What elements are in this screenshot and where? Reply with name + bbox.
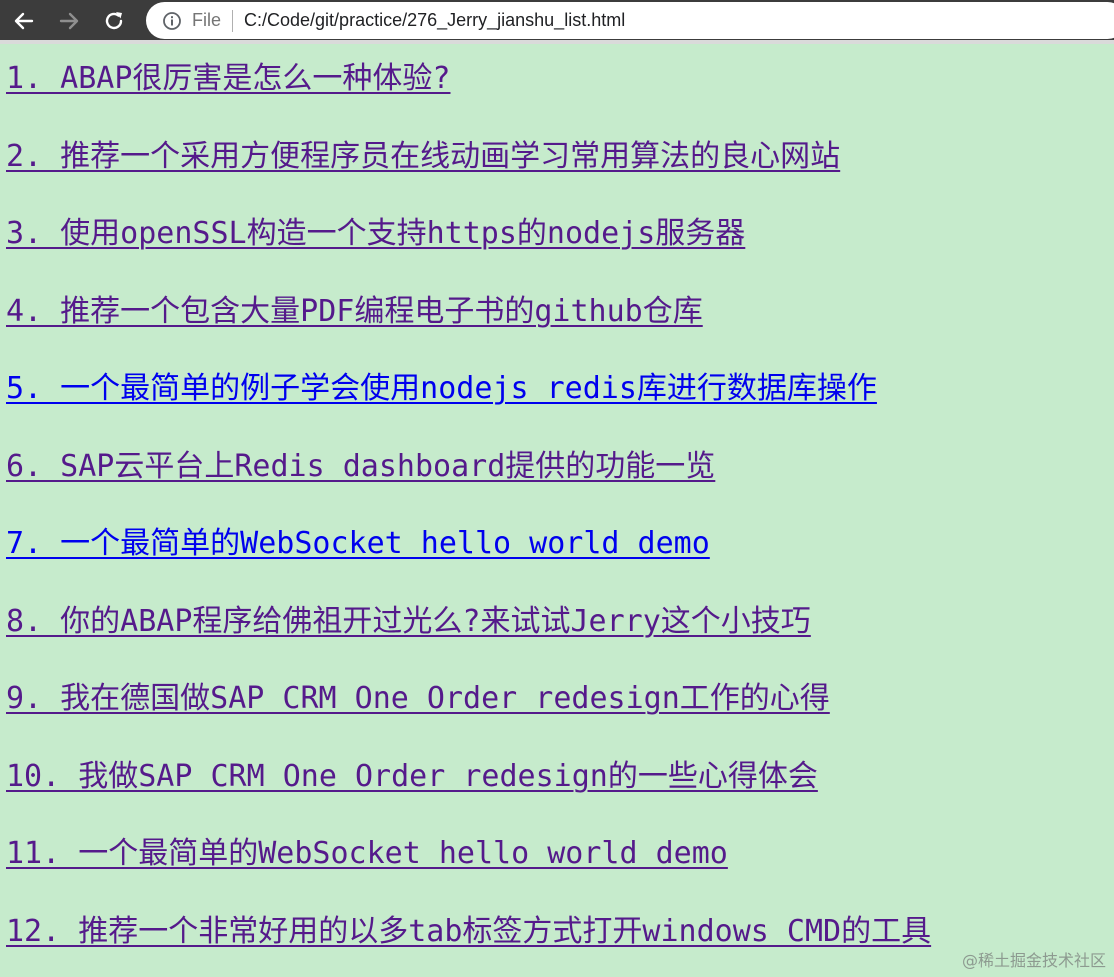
list-item: 4. 推荐一个包含大量PDF编程电子书的github仓库 xyxy=(6,279,1114,357)
list-item: 8. 你的ABAP程序给佛祖开过光么?来试试Jerry这个小技巧 xyxy=(6,589,1114,667)
forward-button[interactable] xyxy=(53,6,85,36)
browser-toolbar: File C:/Code/git/practice/276_Jerry_jian… xyxy=(0,0,1114,44)
article-link-8[interactable]: 8. 你的ABAP程序给佛祖开过光么?来试试Jerry这个小技巧 xyxy=(6,604,811,639)
forward-arrow-icon xyxy=(58,10,80,32)
list-item: 3. 使用openSSL构造一个支持https的nodejs服务器 xyxy=(6,201,1114,279)
article-link-10[interactable]: 10. 我做SAP CRM One Order redesign的一些心得体会 xyxy=(6,759,818,794)
list-item: 9. 我在德国做SAP CRM One Order redesign工作的心得 xyxy=(6,666,1114,744)
back-arrow-icon xyxy=(13,10,35,32)
article-link-3[interactable]: 3. 使用openSSL构造一个支持https的nodejs服务器 xyxy=(6,216,745,251)
article-link-11[interactable]: 11. 一个最简单的WebSocket hello world demo xyxy=(6,836,728,871)
list-item: 6. SAP云平台上Redis dashboard提供的功能一览 xyxy=(6,434,1114,512)
list-item: 5. 一个最简单的例子学会使用nodejs redis库进行数据库操作 xyxy=(6,356,1114,434)
article-link-4[interactable]: 4. 推荐一个包含大量PDF编程电子书的github仓库 xyxy=(6,294,703,329)
address-divider xyxy=(232,9,234,32)
article-link-7[interactable]: 7. 一个最简单的WebSocket hello world demo xyxy=(6,526,710,561)
list-item: 12. 推荐一个非常好用的以多tab标签方式打开windows CMD的工具 xyxy=(6,899,1114,977)
url-text[interactable]: C:/Code/git/practice/276_Jerry_jianshu_l… xyxy=(244,10,625,31)
list-item: 7. 一个最简单的WebSocket hello world demo xyxy=(6,511,1114,589)
list-item: 2. 推荐一个采用方便程序员在线动画学习常用算法的良心网站 xyxy=(6,124,1114,202)
scheme-label: File xyxy=(192,10,222,30)
list-item: 10. 我做SAP CRM One Order redesign的一些心得体会 xyxy=(6,744,1114,822)
info-icon[interactable] xyxy=(162,11,182,31)
article-link-9[interactable]: 9. 我在德国做SAP CRM One Order redesign工作的心得 xyxy=(6,681,830,716)
article-link-1[interactable]: 1. ABAP很厉害是怎么一种体验? xyxy=(6,61,451,96)
article-link-2[interactable]: 2. 推荐一个采用方便程序员在线动画学习常用算法的良心网站 xyxy=(6,139,840,174)
toolbar-bottom-border xyxy=(0,40,1114,44)
reload-button[interactable] xyxy=(98,6,130,36)
back-button[interactable] xyxy=(8,6,40,36)
article-link-12[interactable]: 12. 推荐一个非常好用的以多tab标签方式打开windows CMD的工具 xyxy=(6,914,931,949)
address-bar[interactable]: File C:/Code/git/practice/276_Jerry_jian… xyxy=(146,2,1114,39)
list-item: 11. 一个最简单的WebSocket hello world demo xyxy=(6,821,1114,899)
watermark: @稀土掘金技术社区 xyxy=(961,951,1106,970)
link-list: 1. ABAP很厉害是怎么一种体验? 2. 推荐一个采用方便程序员在线动画学习常… xyxy=(6,46,1114,976)
article-link-6[interactable]: 6. SAP云平台上Redis dashboard提供的功能一览 xyxy=(6,449,715,484)
reload-icon xyxy=(103,10,125,32)
list-item: 1. ABAP很厉害是怎么一种体验? xyxy=(6,46,1114,124)
article-link-5[interactable]: 5. 一个最简单的例子学会使用nodejs redis库进行数据库操作 xyxy=(6,371,877,406)
